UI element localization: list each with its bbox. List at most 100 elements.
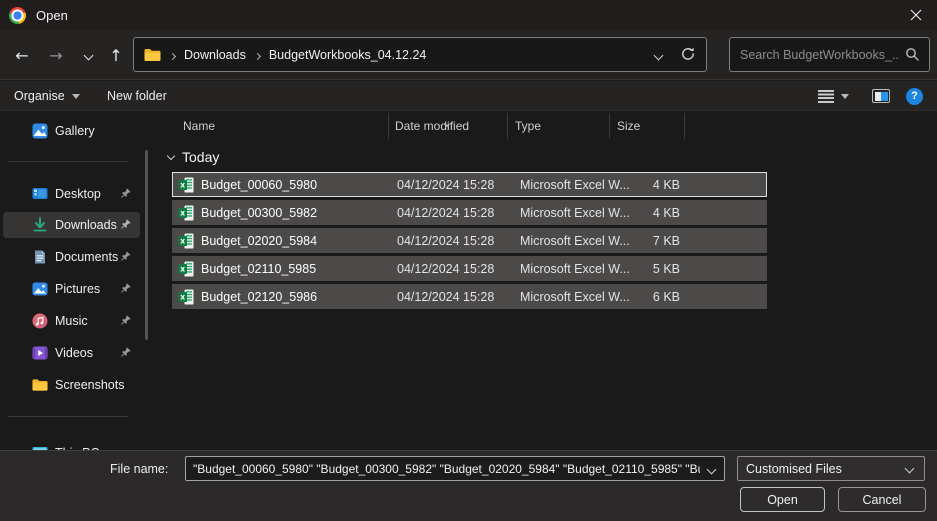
dialog-content: Gallery Desktop xyxy=(0,111,937,450)
refresh-button[interactable] xyxy=(680,46,696,62)
open-button[interactable]: Open xyxy=(740,487,825,512)
window-title: Open xyxy=(36,8,68,23)
file-row[interactable]: x Budget_02120_5986 04/12/2024 15:28 Mic… xyxy=(172,284,767,309)
file-type: Microsoft Excel W... xyxy=(508,234,610,248)
sidebar-item-downloads[interactable]: Downloads xyxy=(3,212,140,238)
file-rows: x Budget_00060_5980 04/12/2024 15:28 Mic… xyxy=(172,172,767,312)
up-button[interactable]: ↑ xyxy=(102,30,130,80)
command-toolbar: Organise New folder ? xyxy=(0,81,937,111)
help-button[interactable]: ? xyxy=(906,81,923,111)
file-name: Budget_02110_5985 xyxy=(201,262,316,276)
file-date: 04/12/2024 15:28 xyxy=(389,206,508,220)
music-icon xyxy=(32,313,48,329)
sidebar-scrollbar[interactable] xyxy=(145,150,148,340)
address-bar[interactable]: Downloads BudgetWorkbooks_04.12.24 xyxy=(133,37,707,72)
file-name: Budget_00060_5980 xyxy=(201,178,317,192)
column-header-name[interactable]: Name xyxy=(164,113,389,139)
file-date: 04/12/2024 15:28 xyxy=(389,178,508,192)
folder-icon xyxy=(144,48,161,62)
column-header-type[interactable]: Type xyxy=(508,113,610,139)
navigation-sidebar: Gallery Desktop xyxy=(0,111,160,450)
file-type: Microsoft Excel W... xyxy=(508,262,610,276)
sidebar-separator xyxy=(8,416,128,417)
folder-icon xyxy=(32,377,48,393)
column-header-size[interactable]: Size xyxy=(610,113,685,139)
excel-file-icon: x xyxy=(178,233,194,249)
cancel-button[interactable]: Cancel xyxy=(838,487,926,512)
navigation-bar: ← → ↑ Downloads BudgetWorkbooks_04.12.24 xyxy=(0,30,937,80)
breadcrumb-current-folder[interactable]: BudgetWorkbooks_04.12.24 xyxy=(269,48,427,62)
file-name: Budget_02020_5984 xyxy=(201,234,317,248)
sort-indicator-icon xyxy=(445,115,449,129)
search-box xyxy=(729,37,930,72)
sidebar-item-gallery[interactable]: Gallery xyxy=(3,118,140,144)
file-name-label: File name: xyxy=(110,462,168,476)
file-list-area: Name Date modified Type Size Today xyxy=(164,111,937,450)
file-name: Budget_02120_5986 xyxy=(201,290,317,304)
file-date: 04/12/2024 15:28 xyxy=(389,290,508,304)
forward-button[interactable]: → xyxy=(42,30,70,80)
file-row[interactable]: x Budget_02020_5984 04/12/2024 15:28 Mic… xyxy=(172,228,767,253)
sidebar-item-documents[interactable]: Documents xyxy=(3,244,140,270)
organise-button[interactable]: Organise xyxy=(14,81,80,111)
pin-icon xyxy=(118,282,132,296)
chevron-down-icon xyxy=(83,50,93,60)
videos-icon xyxy=(32,345,48,361)
file-type: Microsoft Excel W... xyxy=(508,178,610,192)
downloads-icon xyxy=(32,217,48,233)
breadcrumb-separator-icon xyxy=(255,48,260,62)
close-button[interactable] xyxy=(895,0,937,30)
view-mode-button[interactable] xyxy=(818,81,849,111)
open-file-dialog: Open ← → ↑ Downloads BudgetWorkbooks_04.… xyxy=(0,0,937,521)
address-dropdown-button[interactable] xyxy=(655,48,662,62)
group-header-today[interactable]: Today xyxy=(164,146,219,168)
file-date: 04/12/2024 15:28 xyxy=(389,234,508,248)
file-name-input[interactable] xyxy=(186,457,724,480)
chrome-logo-icon xyxy=(9,7,26,24)
file-size: 5 KB xyxy=(610,262,685,276)
preview-pane-button[interactable] xyxy=(872,81,890,111)
sidebar-item-pictures[interactable]: Pictures xyxy=(3,276,140,302)
file-row[interactable]: x Budget_00060_5980 04/12/2024 15:28 Mic… xyxy=(172,172,767,197)
sidebar-item-music[interactable]: Music xyxy=(3,308,140,334)
new-folder-button[interactable]: New folder xyxy=(107,81,167,111)
svg-text:x: x xyxy=(180,264,185,273)
pictures-icon xyxy=(32,281,48,297)
back-button[interactable]: ← xyxy=(8,30,36,80)
search-icon xyxy=(905,47,920,62)
file-size: 7 KB xyxy=(610,234,685,248)
file-name-combo xyxy=(185,456,725,481)
file-type-select[interactable]: Customised Files xyxy=(737,456,925,481)
caret-down-icon xyxy=(841,94,849,99)
file-row[interactable]: x Budget_02110_5985 04/12/2024 15:28 Mic… xyxy=(172,256,767,281)
search-input[interactable] xyxy=(730,38,929,71)
sidebar-item-videos[interactable]: Videos xyxy=(3,340,140,366)
pin-icon xyxy=(118,346,132,360)
sidebar-separator xyxy=(8,161,128,162)
file-row[interactable]: x Budget_00300_5982 04/12/2024 15:28 Mic… xyxy=(172,200,767,225)
chevron-down-icon xyxy=(905,464,915,474)
desktop-icon xyxy=(32,186,48,202)
caret-down-icon xyxy=(72,94,80,99)
column-header-date-modified[interactable]: Date modified xyxy=(389,113,508,139)
sidebar-item-screenshots[interactable]: Screenshots xyxy=(3,372,140,398)
recent-locations-button[interactable] xyxy=(74,30,102,80)
dialog-footer: File name: Customised Files Open Cancel xyxy=(0,450,937,521)
excel-file-icon: x xyxy=(178,177,194,193)
svg-text:x: x xyxy=(180,236,185,245)
excel-file-icon: x xyxy=(178,289,194,305)
file-size: 6 KB xyxy=(610,290,685,304)
pin-icon xyxy=(118,218,132,232)
help-icon: ? xyxy=(906,88,923,105)
svg-text:x: x xyxy=(180,208,185,217)
excel-file-icon: x xyxy=(178,205,194,221)
pin-icon xyxy=(118,314,132,328)
svg-text:x: x xyxy=(180,180,185,189)
documents-icon xyxy=(32,249,48,265)
file-size: 4 KB xyxy=(610,178,685,192)
breadcrumb-downloads[interactable]: Downloads xyxy=(184,48,246,62)
pin-icon xyxy=(118,250,132,264)
sidebar-item-desktop[interactable]: Desktop xyxy=(3,181,140,207)
file-date: 04/12/2024 15:28 xyxy=(389,262,508,276)
svg-text:x: x xyxy=(180,292,185,301)
